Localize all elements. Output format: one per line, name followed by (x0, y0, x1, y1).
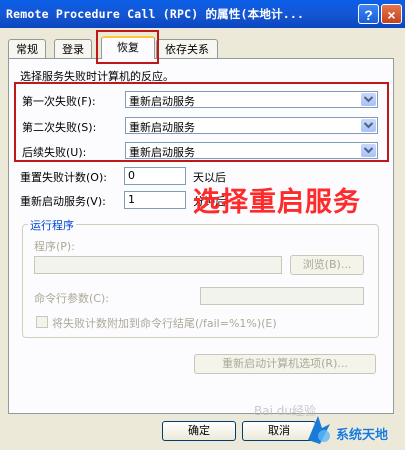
append-fail-count-checkbox[interactable] (36, 316, 48, 328)
first-failure-select[interactable]: 重新启动服务 (125, 91, 378, 108)
chevron-down-icon[interactable] (361, 119, 376, 132)
tab-dependencies[interactable]: 依存关系 (156, 39, 218, 58)
chevron-down-icon[interactable] (361, 93, 376, 106)
second-failure-label: 第二次失败(S): (22, 121, 97, 134)
run-program-title: 运行程序 (28, 217, 76, 233)
annotation-text: 选择重启服务 (193, 187, 361, 218)
restart-service-label: 重新启动服务(V): (20, 195, 106, 208)
cmd-params-label: 命令行参数(C): (34, 292, 109, 305)
window-title: Remote Procedure Call (RPC) 的属性(本地计... (6, 7, 305, 21)
program-input[interactable] (34, 256, 282, 274)
second-failure-select[interactable]: 重新启动服务 (125, 117, 378, 134)
tab-recovery[interactable]: 恢复 (101, 36, 155, 59)
ok-button[interactable]: 确定 (162, 421, 236, 441)
restart-computer-options-button[interactable]: 重新启动计算机选项(R)... (194, 354, 376, 374)
subsequent-failures-value: 重新启动服务 (129, 146, 195, 159)
second-failure-value: 重新启动服务 (129, 121, 195, 134)
site-watermark: 系统天地 (300, 412, 400, 446)
program-label: 程序(P): (34, 240, 75, 253)
subsequent-failures-label: 后续失败(U): (22, 146, 87, 159)
reset-count-label: 重置失败计数(O): (20, 171, 107, 184)
reset-count-input[interactable]: 0 (124, 167, 186, 185)
site-logo-icon (308, 416, 330, 444)
chevron-down-icon[interactable] (361, 144, 376, 157)
instruction-text: 选择服务失败时计算机的反应。 (20, 70, 174, 83)
append-fail-count-label: 将失败计数附加到命令行结尾(/fail=%1%)(E) (52, 317, 277, 330)
reset-count-value: 0 (128, 169, 135, 182)
tab-logon[interactable]: 登录 (54, 39, 92, 58)
browse-button[interactable]: 浏览(B)... (290, 255, 364, 275)
first-failure-value: 重新启动服务 (129, 95, 195, 108)
restart-service-input[interactable]: 1 (124, 191, 186, 209)
first-failure-label: 第一次失败(F): (22, 95, 96, 108)
properties-window: Remote Procedure Call (RPC) 的属性(本地计... ?… (0, 0, 405, 450)
title-bar[interactable]: Remote Procedure Call (RPC) 的属性(本地计... ?… (0, 0, 405, 28)
tab-general[interactable]: 常规 (8, 39, 46, 58)
cmd-params-input[interactable] (200, 287, 364, 305)
restart-service-value: 1 (128, 193, 135, 206)
help-button[interactable]: ? (358, 4, 379, 24)
site-watermark-text: 系统天地 (336, 428, 389, 443)
subsequent-failures-select[interactable]: 重新启动服务 (125, 142, 378, 159)
close-button[interactable]: × (381, 4, 402, 24)
